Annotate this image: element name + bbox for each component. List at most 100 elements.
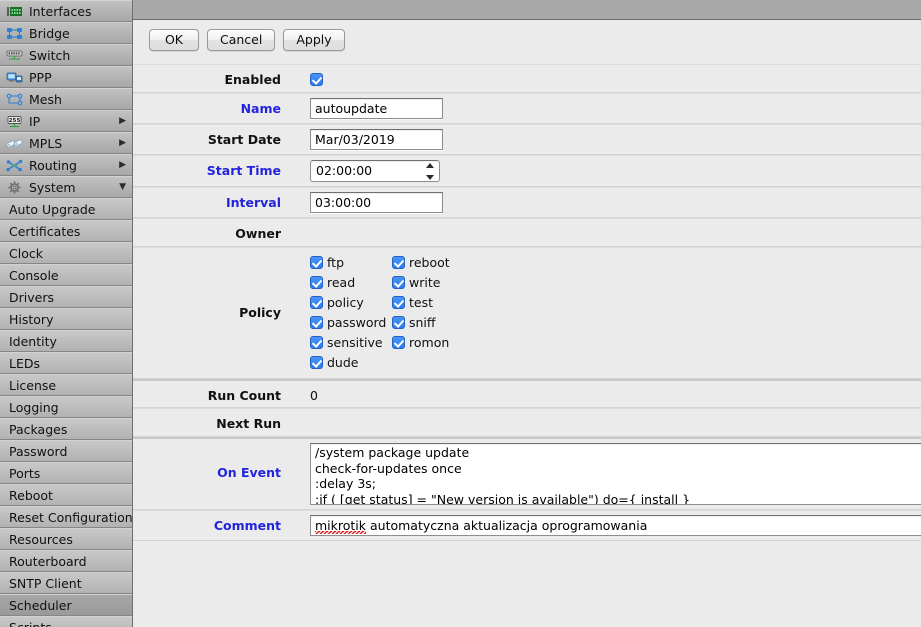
on-event-textarea[interactable]: /system package update check-for-updates… [310,443,921,505]
policy-label: test [409,295,434,310]
sidebar-item-clock[interactable]: Clock [0,242,132,264]
policy-option-dude[interactable]: dude [310,356,392,369]
policy-checkbox-write[interactable] [392,276,405,289]
chevron-down-icon[interactable] [425,175,434,180]
sidebar-item-bridge[interactable]: Bridge [0,22,132,44]
sidebar-item-reset-configuration[interactable]: Reset Configuration [0,506,132,528]
apply-button[interactable]: Apply [283,29,345,51]
sidebar-item-switch[interactable]: Switch [0,44,132,66]
sidebar-item-license[interactable]: License [0,374,132,396]
chevron-right-icon[interactable]: ▶ [119,116,126,126]
policy-checkbox-password[interactable] [310,316,323,329]
policy-checkbox-sniff[interactable] [392,316,405,329]
policy-option-sensitive[interactable]: sensitive [310,336,392,349]
chevron-right-icon[interactable]: ▶ [119,138,126,148]
sidebar-item-system[interactable]: System ▼ [0,176,132,198]
sidebar-item-label: LEDs [9,355,40,371]
winbox-sidebar-menu[interactable]: Interfaces Bridge Switch PPP Mesh 255 IP ▶ MPLS ▶… [0,0,133,627]
sidebar-item-label: IP [29,113,41,129]
policy-option-reboot[interactable]: reboot [392,256,921,269]
policy-option-test[interactable]: test [392,296,921,309]
sidebar-item-resources[interactable]: Resources [0,528,132,550]
routing-icon [6,159,23,171]
sidebar-item-packages[interactable]: Packages [0,418,132,440]
sidebar-item-sntp-client[interactable]: SNTP Client [0,572,132,594]
policy-option-romon[interactable]: romon [392,336,921,349]
sidebar-item-routerboard[interactable]: Routerboard [0,550,132,572]
sidebar-item-mesh[interactable]: Mesh [0,88,132,110]
interval-input[interactable]: 03:00:00 [310,192,443,213]
row-policy: Policy ftp reboot read write policy test passw… [133,247,921,379]
sidebar-item-console[interactable]: Console [0,264,132,286]
policy-checkbox-read[interactable] [310,276,323,289]
sidebar-item-history[interactable]: History [0,308,132,330]
sidebar-item-auto-upgrade[interactable]: Auto Upgrade [0,198,132,220]
sidebar-item-label: Auto Upgrade [9,201,96,217]
policy-option-ftp[interactable]: ftp [310,256,392,269]
sidebar-item-ip[interactable]: 255 IP ▶ [0,110,132,132]
policy-option-write[interactable]: write [392,276,921,289]
sidebar-item-label: Console [9,267,59,283]
policy-checkbox-policy[interactable] [310,296,323,309]
policy-option-policy[interactable]: policy [310,296,392,309]
start-date-input[interactable]: Mar/03/2019 [310,129,443,150]
name-input[interactable]: autoupdate [310,98,443,119]
sidebar-item-scripts[interactable]: Scripts [0,616,132,627]
sidebar-item-label: Drivers [9,289,54,305]
field-interval: 03:00:00 [281,188,921,217]
chevron-up-icon[interactable] [425,163,434,168]
cancel-button[interactable]: Cancel [207,29,276,51]
policy-label: sensitive [327,335,383,350]
sidebar-item-logging[interactable]: Logging [0,396,132,418]
sidebar-item-leds[interactable]: LEDs [0,352,132,374]
sidebar-item-routing[interactable]: Routing ▶ [0,154,132,176]
field-on-event: /system package update check-for-updates… [281,439,921,509]
chevron-right-icon[interactable]: ▶ [119,160,126,170]
sidebar-item-certificates[interactable]: Certificates [0,220,132,242]
sidebar-item-mpls[interactable]: MPLS ▶ [0,132,132,154]
policy-label: romon [409,335,450,350]
sidebar-item-interfaces[interactable]: Interfaces [0,0,132,22]
interfaces-icon [7,6,22,16]
policy-option-sniff[interactable]: sniff [392,316,921,329]
label-owner: Owner [235,226,281,241]
policy-checkbox-test[interactable] [392,296,405,309]
sidebar-item-reboot[interactable]: Reboot [0,484,132,506]
sidebar-item-password[interactable]: Password [0,440,132,462]
sidebar-item-ppp[interactable]: PPP [0,66,132,88]
sidebar-item-label: Logging [9,399,59,415]
system-icon [8,180,21,194]
policy-checkbox-ftp[interactable] [310,256,323,269]
sidebar-item-label: History [9,311,54,327]
enabled-checkbox[interactable] [310,73,323,86]
sidebar-item-label: SNTP Client [9,575,82,591]
comment-input[interactable]: mikrotik automatyczna aktualizacja oprog… [310,515,921,536]
label-name: Name [240,101,281,116]
sidebar-item-label: Routing [29,157,77,173]
sidebar-item-drivers[interactable]: Drivers [0,286,132,308]
chevron-down-icon[interactable]: ▼ [119,182,126,192]
ok-button[interactable]: OK [149,29,199,51]
scheduler-detail-pane: OK Cancel Apply Enabled Name autoupdate … [133,0,921,627]
policy-checkbox-dude[interactable] [310,356,323,369]
start-time-spinner[interactable]: 02:00:00 [310,160,440,182]
row-start-time: Start Time 02:00:00 [133,155,921,187]
policy-checkbox-sensitive[interactable] [310,336,323,349]
policy-label: dude [327,355,359,370]
sidebar-item-identity[interactable]: Identity [0,330,132,352]
sidebar-item-ports[interactable]: Ports [0,462,132,484]
policy-checkbox-romon[interactable] [392,336,405,349]
label-on-event: On Event [217,465,281,480]
start-time-value: 02:00:00 [316,163,373,178]
sidebar-item-scheduler[interactable]: Scheduler [0,594,132,616]
policy-checkbox-reboot[interactable] [392,256,405,269]
row-next-run: Next Run [133,408,921,437]
svg-text:255: 255 [9,118,21,124]
comment-rest-text: automatyczna aktualizacja oprogramowania [366,518,648,533]
policy-option-password[interactable]: password [310,316,392,329]
row-owner: Owner [133,218,921,247]
sidebar-item-label: Routerboard [9,553,87,569]
policy-option-read[interactable]: read [310,276,392,289]
spinner-arrows-icon[interactable] [425,163,434,180]
policy-checkbox-grid[interactable]: ftp reboot read write policy test password snif… [310,254,921,369]
